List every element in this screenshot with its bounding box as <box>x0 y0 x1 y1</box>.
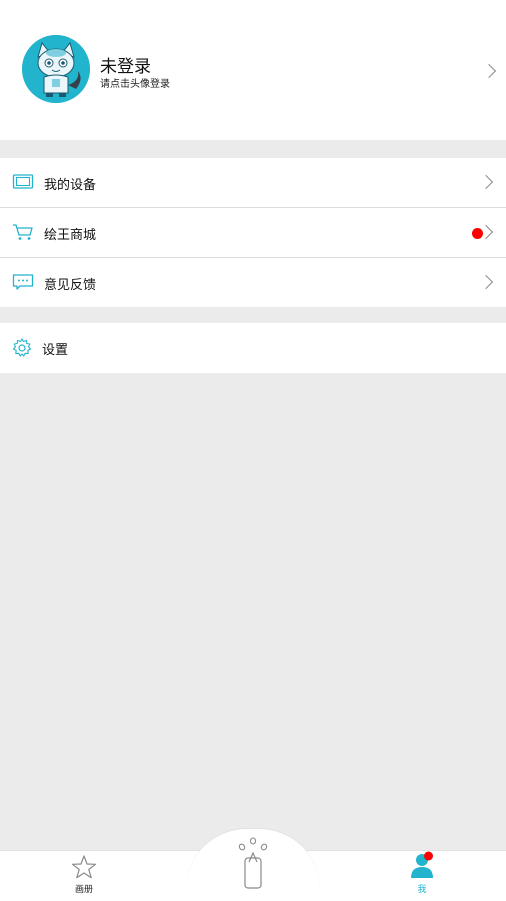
device-icon <box>12 174 34 189</box>
menu-item-feedback[interactable]: 意见反馈 <box>0 257 506 307</box>
menu-item-settings[interactable]: 设置 <box>0 323 506 373</box>
menu-item-label: 设置 <box>42 343 69 358</box>
user-icon <box>411 851 433 878</box>
menu-item-my-devices[interactable]: 我的设备 <box>0 158 506 207</box>
tab-center-device[interactable] <box>223 834 283 896</box>
mascot-avatar-icon <box>22 35 90 103</box>
gear-icon <box>12 338 32 357</box>
tab-album[interactable]: 画册 <box>54 854 114 895</box>
tab-me[interactable]: 我 <box>392 851 452 895</box>
feedback-icon <box>12 274 34 290</box>
chevron-right-icon <box>478 174 494 190</box>
chevron-right-icon <box>481 63 497 79</box>
menu-item-label: 意见反馈 <box>44 278 97 293</box>
cart-icon <box>13 224 33 240</box>
avatar[interactable] <box>22 35 90 103</box>
tab-label: 我 <box>417 885 427 895</box>
profile-name: 未登录 <box>100 57 151 77</box>
star-icon <box>71 855 97 879</box>
profile-login-hint: 请点击头像登录 <box>100 79 170 90</box>
menu-group-main: 我的设备 绘王商城 意见反馈 <box>0 158 506 307</box>
menu-item-label: 我的设备 <box>44 178 97 193</box>
profile-header[interactable]: 未登录 请点击头像登录 <box>0 0 506 140</box>
menu-item-shop[interactable]: 绘王商城 <box>0 207 506 257</box>
chevron-right-icon <box>478 274 494 290</box>
pen-device-icon <box>238 837 268 889</box>
menu-group-settings: 设置 <box>0 323 506 373</box>
tab-label: 画册 <box>74 885 93 895</box>
menu-item-label: 绘王商城 <box>44 228 97 243</box>
